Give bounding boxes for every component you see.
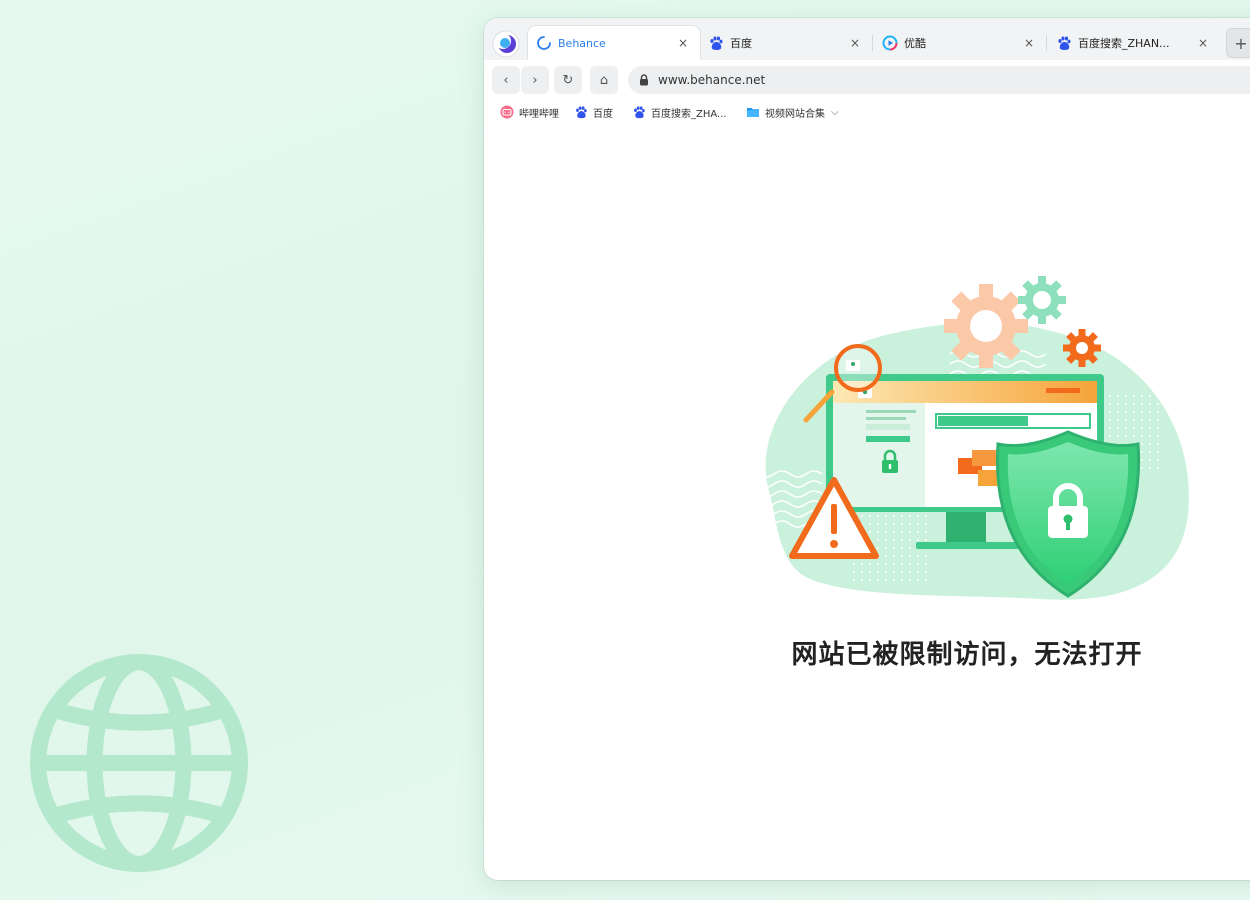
bookmark-label: 百度搜索_ZHA... — [651, 108, 727, 120]
page-content: 网站已被限制访问，无法打开 — [484, 124, 1250, 880]
baidu-paw-icon — [710, 36, 723, 50]
tab-strip: Behance × 百度 × 优酷 × 百度搜索_ZHAN... × + — [484, 18, 1250, 60]
tab-close-button[interactable]: × — [1194, 36, 1212, 50]
youku-play-icon — [882, 35, 898, 51]
url-text: www.behance.net — [658, 73, 766, 87]
tab-baidu-search[interactable]: 百度搜索_ZHAN... × — [1048, 26, 1220, 60]
bookmark-baidu[interactable]: 百度 — [574, 102, 613, 122]
folder-icon — [747, 108, 759, 117]
browser-window: Behance × 百度 × 优酷 × 百度搜索_ZHAN... × + ‹ ›… — [484, 18, 1250, 880]
tab-behance[interactable]: Behance × — [528, 26, 700, 60]
navigation-toolbar: ‹ › ↻ ⌂ www.behance.net — [484, 60, 1250, 100]
tab-separator — [872, 35, 873, 51]
tab-label: Behance — [558, 36, 606, 50]
tab-separator — [1046, 35, 1047, 51]
chevron-down-icon[interactable]: ⌵ — [831, 107, 839, 118]
tab-close-button[interactable]: × — [846, 36, 864, 50]
loading-spinner-icon — [537, 36, 551, 50]
bookmark-label: 百度 — [593, 108, 613, 120]
bookmark-bilibili[interactable]: 哔哩哔哩 — [500, 102, 559, 122]
tab-label: 百度搜索_ZHAN... — [1078, 37, 1170, 50]
tab-youku[interactable]: 优酷 × — [874, 26, 1046, 60]
tab-close-button[interactable]: × — [1020, 36, 1038, 50]
restricted-access-illustration — [741, 276, 1189, 600]
bookmark-label: 视频网站合集 — [765, 108, 825, 120]
reload-button[interactable]: ↻ — [554, 66, 582, 94]
home-button[interactable]: ⌂ — [590, 66, 618, 94]
bookmarks-bar: 哔哩哔哩 百度 百度搜索_ZHA... 视频网站合集 ⌵ — [484, 100, 1250, 125]
bookmark-folder-video-sites[interactable]: 视频网站合集 ⌵ — [746, 102, 839, 122]
baidu-paw-icon — [576, 106, 587, 119]
new-tab-button[interactable]: + — [1226, 28, 1250, 58]
tab-label: 优酷 — [904, 37, 926, 50]
tab-baidu[interactable]: 百度 × — [700, 26, 872, 60]
tab-label: 百度 — [730, 37, 752, 50]
tab-close-button[interactable]: × — [674, 36, 692, 50]
baidu-paw-icon — [1058, 36, 1071, 50]
back-button[interactable]: ‹ — [492, 66, 520, 94]
browser-logo-icon[interactable] — [492, 30, 520, 58]
baidu-paw-icon — [634, 106, 645, 119]
address-bar[interactable]: www.behance.net — [628, 66, 1250, 94]
globe-icon — [30, 654, 248, 872]
lock-icon — [640, 74, 648, 86]
bookmark-label: 哔哩哔哩 — [519, 108, 559, 120]
bookmark-baidu-search[interactable]: 百度搜索_ZHA... — [632, 102, 727, 122]
bilibili-icon — [500, 105, 514, 119]
forward-button[interactable]: › — [521, 66, 549, 94]
blocked-message: 网站已被限制访问，无法打开 — [791, 640, 1143, 670]
